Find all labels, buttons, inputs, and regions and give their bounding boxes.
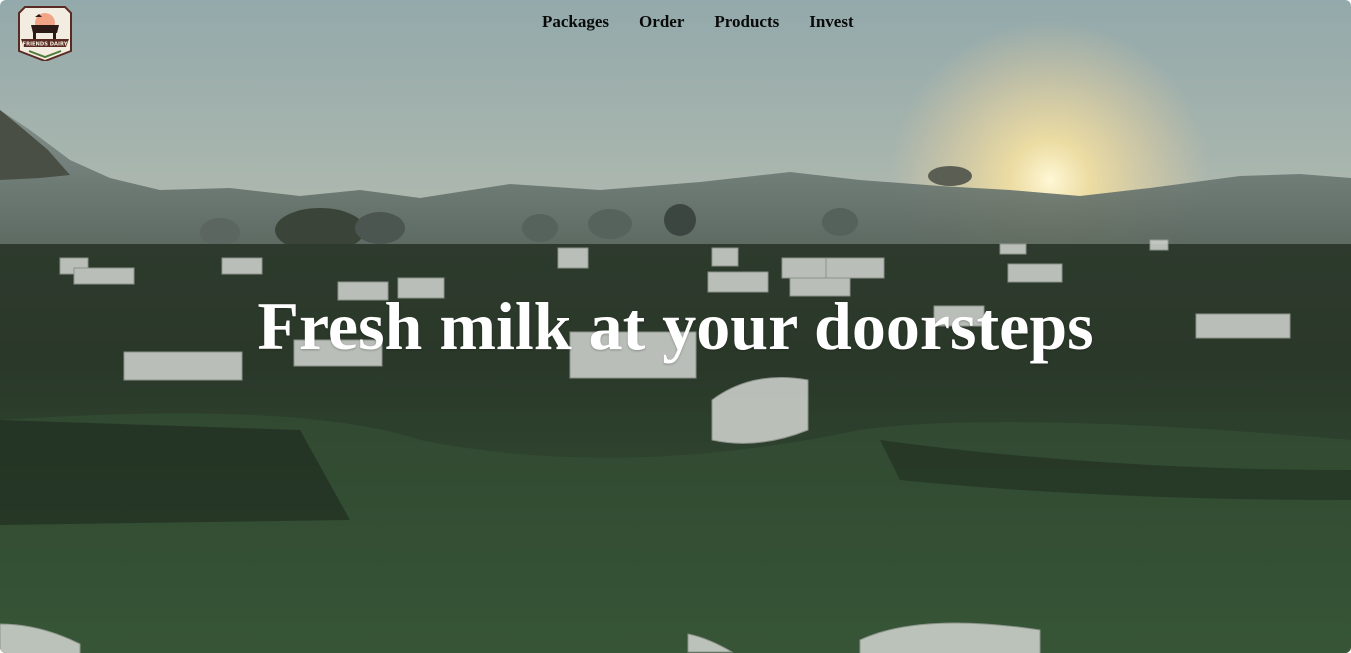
svg-text:FRIENDS DAIRY: FRIENDS DAIRY [23,42,68,48]
nav-item-order[interactable]: Order [624,10,699,34]
hero-headline: Fresh milk at your doorsteps [257,288,1094,364]
nav-item-invest[interactable]: Invest [794,10,868,34]
nav-menu: Packages Order Products Invest [527,10,869,34]
nav-item-packages[interactable]: Packages [527,10,624,34]
nav-item-products[interactable]: Products [699,10,794,34]
page: FRIENDS DAIRY Packages Order Products In… [0,0,1351,653]
main-navigation: Packages Order Products Invest [0,10,1351,34]
